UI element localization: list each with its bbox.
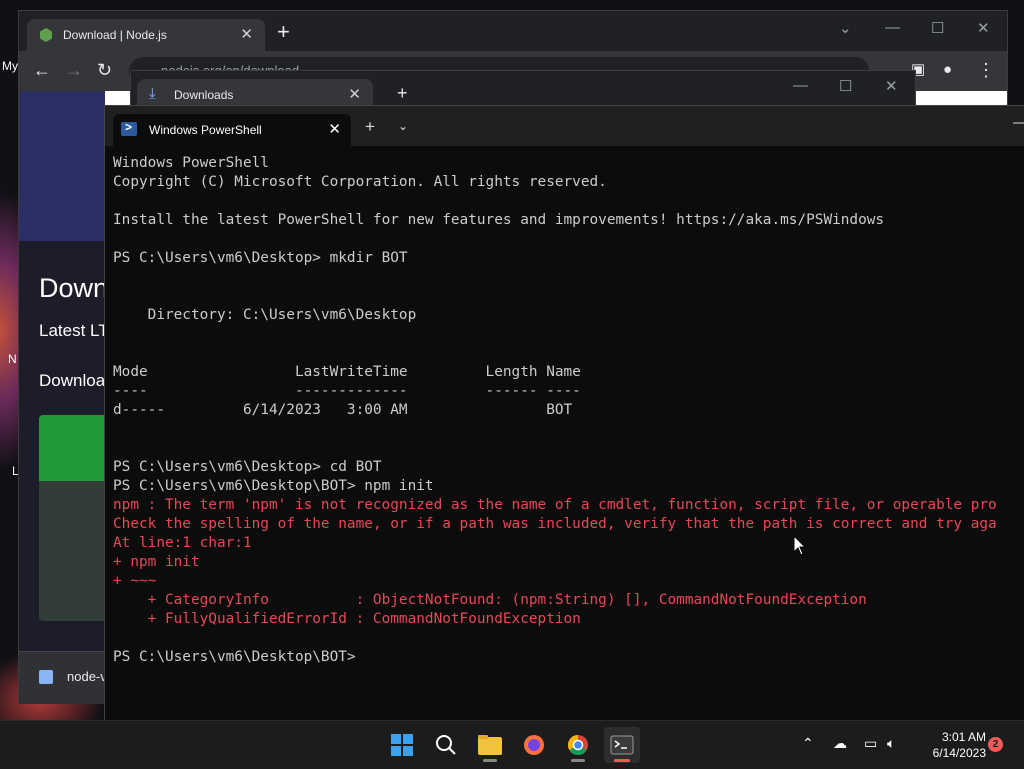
terminal-tab[interactable]: Windows PowerShell ✕ — [113, 114, 351, 146]
terminal-prompt-line: PS C:\Users\vm6\Desktop\BOT> — [113, 649, 356, 665]
chrome-button[interactable] — [560, 727, 596, 763]
chrome-tab-strip: Download | Node.js ✕ + ⌄ — ☐ ✕ — [19, 11, 1007, 51]
download-card[interactable] — [39, 415, 105, 621]
terminal-output-line: Copyright (C) Microsoft Corporation. All… — [113, 174, 607, 190]
download-item[interactable]: node-v — [67, 669, 107, 684]
terminal-prompt-line: PS C:\Users\vm6\Desktop> mkdir BOT — [113, 250, 408, 266]
close-tab-icon[interactable]: ✕ — [328, 120, 341, 138]
powershell-window: Windows PowerShell ✕ + ⌄ — Windows Power… — [104, 105, 1024, 721]
notification-badge[interactable]: 2 — [988, 737, 1003, 752]
terminal-icon — [610, 735, 634, 755]
firefox-icon — [524, 735, 544, 755]
close-tab-icon[interactable]: ✕ — [348, 85, 361, 103]
download-card-top[interactable] — [39, 415, 105, 481]
chrome-icon — [567, 734, 588, 756]
powershell-icon — [121, 120, 137, 136]
onedrive-icon[interactable]: ☁ — [833, 735, 847, 752]
maximize-button[interactable]: ☐ — [839, 77, 852, 95]
page-subtitle: Latest LT — [39, 321, 109, 340]
clock-time: 3:01 AM — [941, 730, 986, 744]
minimize-button[interactable]: — — [885, 19, 900, 36]
profile-icon[interactable]: ● — [943, 61, 952, 79]
search-button[interactable] — [428, 727, 464, 763]
desktop-icon-label[interactable]: My — [2, 59, 18, 73]
terminal-output-line: Mode LastWriteTime Length Name — [113, 364, 581, 380]
terminal-output-line: Windows PowerShell — [113, 155, 269, 171]
minimize-button[interactable]: — — [1013, 114, 1024, 131]
terminal-error-line: At line:1 char:1 — [113, 535, 252, 551]
network-icon[interactable]: ▭ — [864, 735, 877, 752]
taskbar: ⌃ ☁ ▭ 🔈︎ 3:01 AM 6/14/2023 2 — [0, 720, 1024, 769]
terminal-prompt-line: PS C:\Users\vm6\Desktop\BOT> npm init — [113, 478, 434, 494]
page-title: Down — [39, 273, 109, 303]
file-icon — [39, 670, 53, 684]
minimize-button[interactable]: — — [793, 77, 808, 94]
chevron-down-icon[interactable]: ⌄ — [398, 119, 408, 133]
app-running-indicator — [571, 759, 585, 762]
close-window-button[interactable]: ✕ — [885, 77, 898, 95]
new-tab-button[interactable]: + — [397, 83, 408, 104]
maximize-button[interactable]: ☐ — [931, 19, 944, 37]
close-window-button[interactable]: ✕ — [977, 19, 990, 37]
terminal-output-line: d----- 6/14/2023 3:00 AM BOT — [113, 402, 573, 418]
terminal-button[interactable] — [604, 727, 640, 763]
terminal-output[interactable]: Windows PowerShell Copyright (C) Microsof… — [113, 154, 1019, 714]
reload-icon[interactable]: ↻ — [97, 61, 112, 79]
volume-icon[interactable]: 🔈︎ — [887, 735, 895, 752]
nodejs-favicon-icon — [40, 28, 52, 42]
terminal-error-line: + npm init — [113, 554, 200, 570]
system-clock[interactable]: 3:01 AM 6/14/2023 — [906, 729, 986, 761]
terminal-error-line: + ~~~ — [113, 573, 157, 589]
start-button[interactable] — [384, 727, 420, 763]
page-header-bg — [19, 91, 105, 241]
desktop-icon-label[interactable]: N — [8, 352, 17, 366]
back-icon[interactable]: ← — [33, 61, 51, 79]
downloads-tab-title: Downloads — [174, 88, 234, 102]
mouse-cursor-icon — [793, 535, 807, 556]
terminal-output-line: ---- ------------- ------ ---- — [113, 383, 581, 399]
terminal-title-bar: Windows PowerShell ✕ + ⌄ — — [105, 106, 1024, 146]
chrome-tab-title: Download | Node.js — [63, 28, 167, 42]
search-icon — [436, 735, 456, 755]
file-explorer-button[interactable] — [472, 727, 508, 763]
start-icon — [391, 734, 413, 756]
app-active-indicator — [614, 759, 630, 762]
terminal-prompt-line: PS C:\Users\vm6\Desktop> cd BOT — [113, 459, 382, 475]
terminal-tab-title: Windows PowerShell — [149, 123, 262, 137]
terminal-error-line: + CategoryInfo : ObjectNotFound: (npm:St… — [113, 592, 867, 608]
page-download-text: Downloa — [39, 371, 106, 390]
close-tab-icon[interactable]: ✕ — [240, 25, 253, 43]
chrome-tab-node-download[interactable]: Download | Node.js ✕ — [27, 19, 265, 51]
clock-date: 6/14/2023 — [932, 746, 986, 760]
tab-search-icon[interactable]: ⌄ — [839, 19, 852, 37]
forward-icon[interactable]: → — [65, 61, 83, 79]
terminal-error-line: Check the spelling of the name, or if a … — [113, 516, 997, 532]
firefox-button[interactable] — [516, 727, 552, 763]
menu-icon[interactable]: ⋮ — [977, 61, 995, 79]
terminal-error-line: npm : The term 'npm' is not recognized a… — [113, 497, 997, 513]
app-running-indicator — [483, 759, 497, 762]
terminal-error-line: + FullyQualifiedErrorId : CommandNotFoun… — [113, 611, 581, 627]
terminal-output-line: Install the latest PowerShell for new fe… — [113, 212, 885, 228]
chevron-up-icon[interactable]: ⌃ — [802, 735, 814, 752]
terminal-output-line: Directory: C:\Users\vm6\Desktop — [113, 307, 417, 323]
file-explorer-icon — [478, 735, 502, 755]
download-icon: ⤓ — [149, 85, 156, 102]
new-tab-button[interactable]: + — [365, 118, 375, 135]
new-tab-button[interactable]: + — [277, 21, 290, 43]
